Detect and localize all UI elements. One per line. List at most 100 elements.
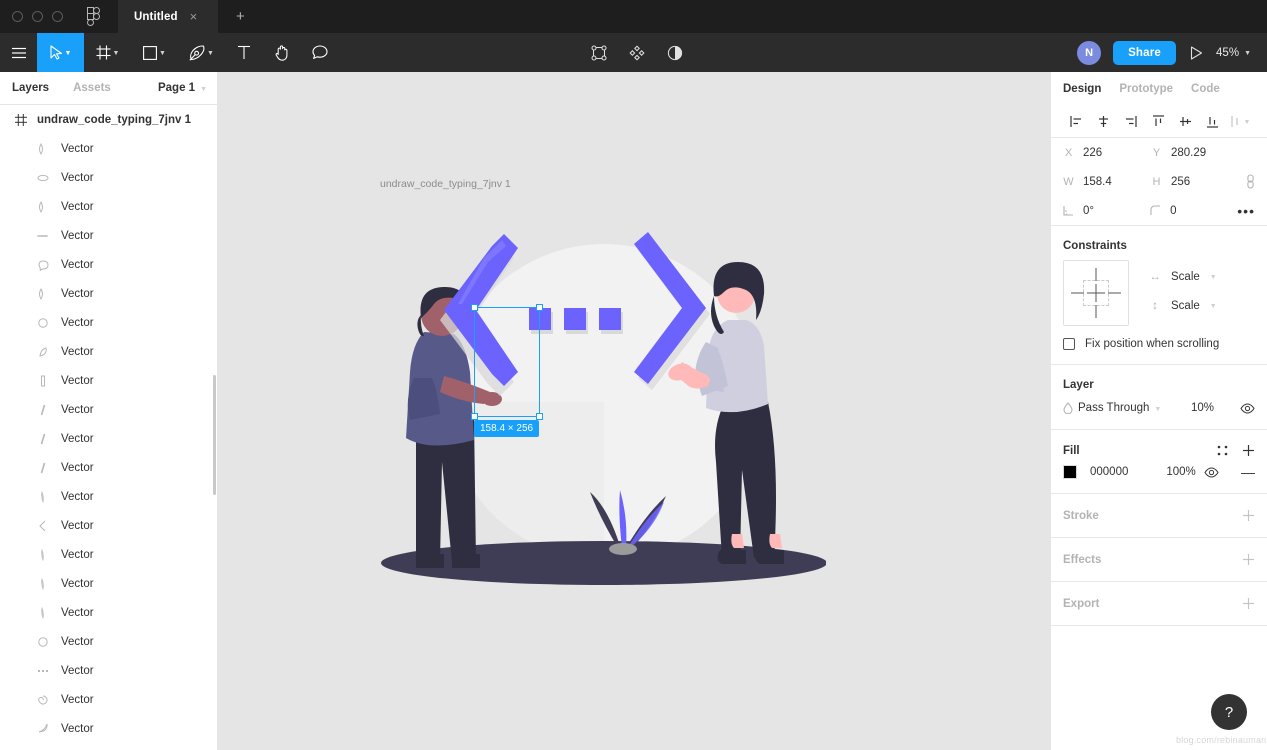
layer-row[interactable]: Vector (0, 569, 217, 598)
maximize-window-icon[interactable] (52, 11, 63, 22)
add-export-icon[interactable] (1242, 597, 1255, 610)
canvas-viewport[interactable]: undraw_code_typing_7jnv 1 158.4 × 256 (218, 72, 1050, 750)
eye-icon[interactable] (1240, 402, 1255, 414)
remove-fill-icon[interactable]: — (1241, 465, 1255, 479)
minimize-window-icon[interactable] (32, 11, 43, 22)
tab-layers[interactable]: Layers (12, 82, 49, 94)
add-fill-icon[interactable] (1242, 444, 1255, 457)
zoom-control[interactable]: 45% ▼ (1216, 47, 1257, 59)
text-tool[interactable] (225, 33, 263, 72)
layer-row[interactable]: Vector (0, 279, 217, 308)
width-field[interactable]: W 158.4 (1063, 176, 1151, 188)
layer-row[interactable]: Vector (0, 337, 217, 366)
layer-row[interactable]: Vector (0, 134, 217, 163)
shape-tool[interactable]: ▼ (131, 33, 178, 72)
constraint-bar-left[interactable] (1071, 292, 1084, 294)
constraint-bar-right[interactable] (1108, 292, 1121, 294)
add-effect-icon[interactable] (1242, 553, 1255, 566)
constraints-grid[interactable] (1063, 260, 1129, 326)
avatar[interactable]: N (1077, 40, 1102, 65)
layer-row[interactable]: Vector (0, 598, 217, 627)
layer-row[interactable]: Vector (0, 250, 217, 279)
new-tab-icon[interactable]: + (228, 8, 253, 25)
tab-prototype[interactable]: Prototype (1119, 83, 1173, 95)
fill-opacity-value[interactable]: 100% (1166, 466, 1195, 478)
component-icon[interactable] (580, 33, 618, 72)
close-icon[interactable]: × (190, 10, 198, 23)
eye-icon[interactable] (1204, 466, 1219, 478)
layer-row[interactable]: Vector (0, 221, 217, 250)
layer-row[interactable]: Vector (0, 192, 217, 221)
chevron-down-icon[interactable]: ▼ (65, 50, 72, 57)
comment-tool[interactable] (301, 33, 339, 72)
x-field[interactable]: X 226 (1063, 147, 1151, 159)
link-constrain-proportions-icon[interactable] (1246, 174, 1255, 189)
chevron-down-icon[interactable]: ▼ (1210, 303, 1217, 310)
constraint-bar-bottom[interactable] (1095, 305, 1097, 318)
vertical-constraint-select[interactable]: ↕ Scale ▼ (1149, 291, 1217, 320)
tab-code[interactable]: Code (1191, 83, 1220, 95)
align-bottom-icon[interactable] (1199, 108, 1226, 134)
layer-opacity-value[interactable]: 10% (1191, 402, 1214, 414)
layer-row-root[interactable]: undraw_code_typing_7jnv 1 (0, 105, 217, 134)
layer-row[interactable]: Vector (0, 656, 217, 685)
horizontal-constraint-select[interactable]: ↔ Scale ▼ (1149, 262, 1217, 291)
w-value[interactable]: 158.4 (1083, 176, 1112, 188)
align-right-icon[interactable] (1117, 108, 1144, 134)
chevron-down-icon[interactable]: ▼ (200, 86, 207, 93)
layer-row[interactable]: Vector (0, 163, 217, 192)
page-selector[interactable]: Page 1 ▼ (158, 82, 207, 94)
add-stroke-icon[interactable] (1242, 509, 1255, 522)
corner-radius-value[interactable]: 0 (1170, 205, 1176, 217)
document-tab[interactable]: Untitled × (118, 0, 218, 33)
corner-radius-field[interactable]: 0 (1150, 205, 1237, 217)
layer-row[interactable]: Vector (0, 453, 217, 482)
pen-tool[interactable]: ▼ (178, 33, 225, 72)
plugins-diamond-icon[interactable] (618, 33, 656, 72)
blend-mode-select[interactable]: Pass Through ▼ (1063, 402, 1161, 414)
frame-label[interactable]: undraw_code_typing_7jnv 1 (380, 178, 511, 190)
help-button[interactable]: ? (1211, 694, 1247, 730)
contrast-circle-icon[interactable] (656, 33, 694, 72)
chevron-down-icon[interactable]: ▼ (1210, 274, 1217, 281)
figma-logo-icon[interactable] (84, 7, 102, 26)
chevron-down-icon[interactable]: ▼ (1154, 406, 1161, 413)
layers-list[interactable]: undraw_code_typing_7jnv 1 Vector Vector Ve… (0, 105, 217, 749)
layer-row[interactable]: Vector (0, 743, 217, 749)
share-button[interactable]: Share (1113, 40, 1177, 65)
layer-row[interactable]: Vector (0, 714, 217, 743)
fill-color-swatch[interactable] (1063, 465, 1077, 479)
layer-row[interactable]: Vector (0, 395, 217, 424)
distribute-icon[interactable]: ▼ (1226, 108, 1255, 134)
height-field[interactable]: H 256 (1151, 176, 1239, 188)
y-field[interactable]: Y 280.29 (1151, 147, 1239, 159)
layer-row[interactable]: Vector (0, 511, 217, 540)
tab-design[interactable]: Design (1063, 83, 1101, 95)
layer-row[interactable]: Vector (0, 424, 217, 453)
move-tool[interactable]: ▼ (37, 33, 84, 72)
hamburger-menu-icon[interactable] (0, 33, 37, 72)
present-button[interactable] (1176, 45, 1216, 60)
h-value[interactable]: 256 (1171, 176, 1190, 188)
chevron-down-icon[interactable]: ▼ (1244, 50, 1251, 57)
close-window-icon[interactable] (12, 11, 23, 22)
layer-row[interactable]: Vector (0, 685, 217, 714)
layer-row[interactable]: Vector (0, 482, 217, 511)
align-vertical-center-icon[interactable] (1172, 108, 1199, 134)
frame-tool[interactable]: ▼ (84, 33, 131, 72)
artboard[interactable] (380, 192, 826, 592)
tab-assets[interactable]: Assets (73, 82, 111, 94)
chevron-down-icon[interactable]: ▼ (1244, 119, 1251, 126)
x-value[interactable]: 226 (1083, 147, 1102, 159)
align-horizontal-center-icon[interactable] (1090, 108, 1117, 134)
chevron-down-icon[interactable]: ▼ (159, 50, 166, 57)
align-left-icon[interactable] (1063, 108, 1090, 134)
constraint-bar-top[interactable] (1095, 268, 1097, 281)
fix-position-checkbox[interactable] (1063, 338, 1075, 350)
layers-scrollbar[interactable] (213, 375, 216, 495)
chevron-down-icon[interactable]: ▼ (113, 50, 120, 57)
rotation-field[interactable]: 0° (1063, 205, 1150, 217)
layer-row[interactable]: Vector (0, 540, 217, 569)
fill-styles-icon[interactable] (1217, 445, 1228, 456)
hand-tool[interactable] (263, 33, 301, 72)
